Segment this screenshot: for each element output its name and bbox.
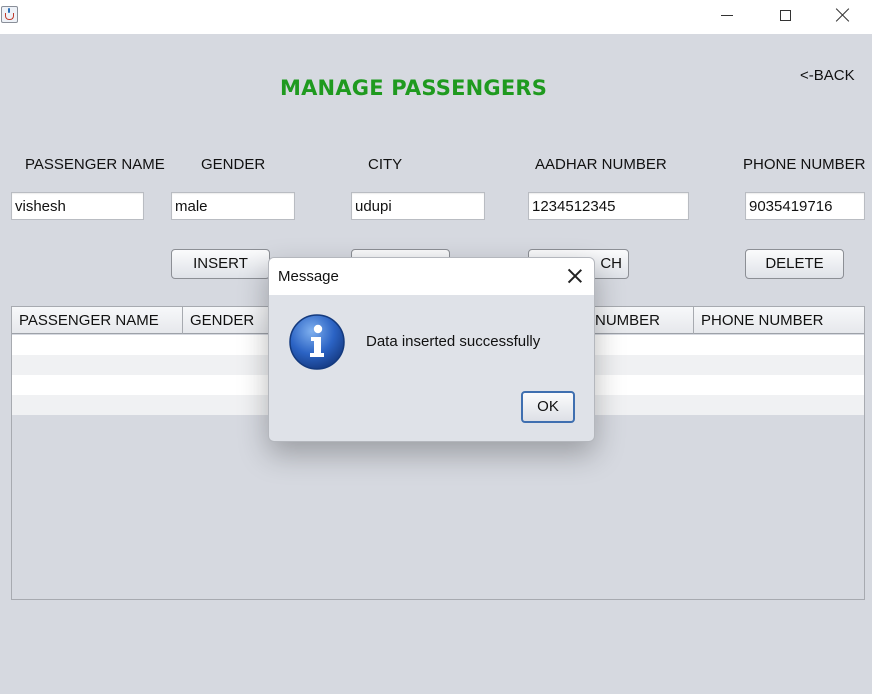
java-app-icon — [1, 6, 18, 23]
phone-number-label: PHONE NUMBER — [743, 156, 866, 173]
phone-number-input[interactable]: 9035419716 — [745, 192, 865, 220]
info-icon — [289, 314, 345, 370]
close-icon — [836, 8, 850, 22]
minimize-icon — [721, 14, 733, 16]
maximize-icon — [779, 9, 791, 21]
column-header-passenger-name[interactable]: PASSENGER NAME — [12, 307, 183, 334]
maximize-button[interactable] — [756, 0, 814, 30]
passenger-name-input[interactable]: vishesh — [11, 192, 144, 220]
city-label: CITY — [368, 156, 403, 173]
page-title: MANAGE PASSENGERS — [280, 76, 548, 100]
insert-button[interactable]: INSERT — [171, 249, 270, 279]
dialog-close-icon[interactable] — [568, 269, 582, 283]
delete-button[interactable]: DELETE — [745, 249, 844, 279]
ok-button[interactable]: OK — [521, 391, 575, 423]
close-window-button[interactable] — [814, 0, 872, 30]
passenger-name-label: PASSENGER NAME — [25, 156, 165, 173]
back-button[interactable]: <-BACK — [800, 67, 855, 84]
dialog-message: Data inserted successfully — [366, 333, 541, 350]
dialog-titlebar: Message — [269, 258, 594, 295]
gender-input[interactable]: male — [171, 192, 295, 220]
city-input[interactable]: udupi — [351, 192, 485, 220]
minimize-button[interactable] — [698, 0, 756, 30]
aadhar-number-label: AADHAR NUMBER — [535, 156, 667, 173]
window-titlebar — [0, 0, 872, 34]
dialog-title: Message — [278, 268, 339, 285]
gender-label: GENDER — [201, 156, 266, 173]
aadhar-number-input[interactable]: 1234512345 — [528, 192, 689, 220]
column-header-phone-number[interactable]: PHONE NUMBER — [694, 307, 864, 334]
message-dialog: Message Data inserted successfully OK — [268, 257, 595, 442]
